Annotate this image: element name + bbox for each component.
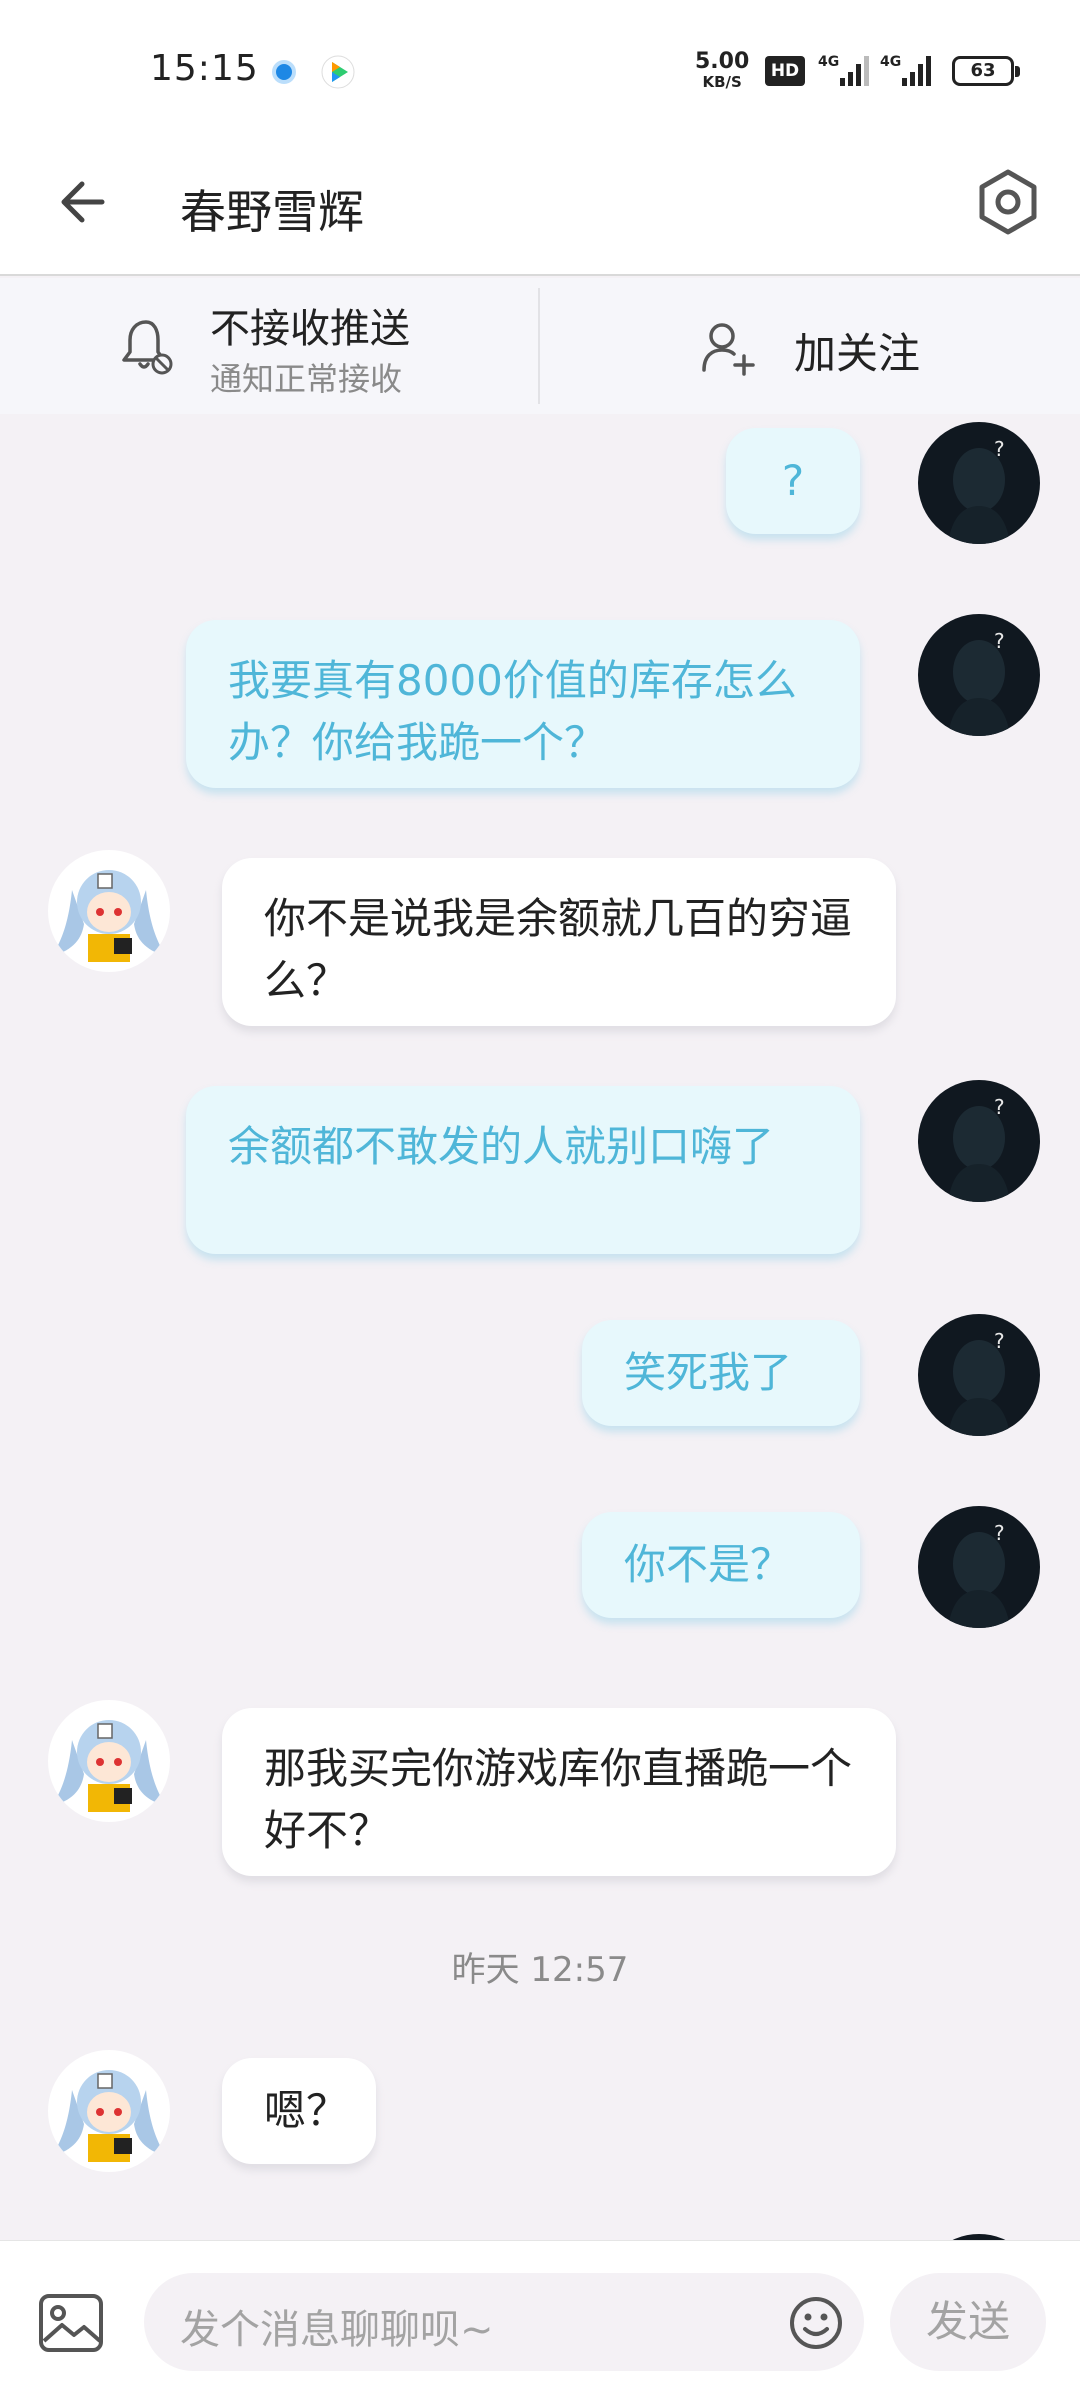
svg-text:?: ? [994, 629, 1005, 653]
message-input[interactable]: 发个消息聊聊呗~ [144, 2273, 864, 2371]
subscription-bar: 不接收推送 通知正常接收 加关注 [0, 278, 1080, 414]
divider [538, 288, 540, 404]
add-user-icon [702, 323, 755, 376]
outgoing-message[interactable]: 你不是？ [582, 1512, 860, 1618]
chat-header: 春野雪辉 [0, 140, 1080, 276]
svg-text:?: ? [994, 1095, 1005, 1119]
incoming-message[interactable]: 嗯？ [222, 2058, 376, 2164]
chat-messages[interactable]: ? ? 我要真有8000价值的库存怎么办？你给我跪一个？ ? 你不是说我是余额就… [0, 414, 1080, 2240]
message-input-bar: 发个消息聊聊呗~ 发送 [0, 2240, 1080, 2400]
incoming-message[interactable]: 那我买完你游戏库你直播跪一个好不？ [222, 1708, 896, 1876]
emoji-icon[interactable] [788, 2295, 844, 2351]
push-title: 不接收推送 [210, 306, 410, 352]
my-avatar[interactable]: ? [918, 614, 1040, 736]
network-speed: 5.00 KB/S [695, 49, 750, 92]
contact-avatar[interactable] [48, 850, 170, 972]
my-avatar[interactable]: ? [918, 1080, 1040, 1202]
my-avatar[interactable]: ? [918, 422, 1040, 544]
video-app-icon [321, 55, 355, 89]
contact-avatar[interactable] [48, 2050, 170, 2172]
network-speed-unit: KB/S [702, 73, 742, 91]
my-avatar[interactable]: ? [918, 1314, 1040, 1436]
image-icon[interactable] [38, 2293, 104, 2353]
svg-text:?: ? [994, 1521, 1005, 1545]
svg-text:4G: 4G [880, 54, 901, 70]
signal-4g-icon: 4G [818, 54, 869, 86]
page-title: 春野雪辉 [180, 185, 364, 239]
svg-text:?: ? [994, 437, 1005, 461]
bell-muted-icon [122, 320, 173, 375]
my-avatar[interactable]: ? [918, 1506, 1040, 1628]
outgoing-message[interactable]: 笑死我了 [582, 1320, 860, 1426]
send-button[interactable]: 发送 [890, 2273, 1046, 2371]
svg-text:?: ? [994, 1329, 1005, 1353]
outgoing-message[interactable]: 余额都不敢发的人就别口嗨了 [186, 1086, 860, 1254]
battery-icon: 63 [952, 56, 1020, 86]
follow-label: 加关注 [794, 329, 921, 378]
outgoing-message[interactable]: 我要真有8000价值的库存怎么办？你给我跪一个？ [186, 620, 860, 788]
contact-avatar[interactable] [48, 1700, 170, 1822]
incoming-message[interactable]: 你不是说我是余额就几百的穷逼么？ [222, 858, 896, 1026]
message-timestamp: 昨天 12:57 [451, 1950, 629, 1990]
notification-dot-icon [272, 60, 296, 84]
arrow-left-icon[interactable] [52, 170, 116, 234]
hd-icon: HD [765, 56, 805, 86]
outgoing-message[interactable]: ? [726, 428, 860, 534]
message-input-placeholder: 发个消息聊聊呗~ [180, 2307, 494, 2353]
push-subtitle: 通知正常接收 [210, 360, 403, 398]
status-time: 15:15 [150, 48, 259, 89]
status-bar: 15:15 5.00 KB/S HD 4G 4G 63 [0, 0, 1080, 140]
network-speed-value: 5.00 [695, 49, 750, 74]
signal-4g-icon: 4G [880, 54, 931, 86]
settings-icon[interactable] [972, 166, 1044, 238]
svg-text:4G: 4G [818, 54, 839, 70]
